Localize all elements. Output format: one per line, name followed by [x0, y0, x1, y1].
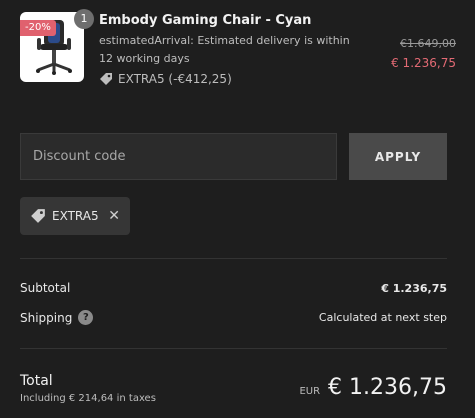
shipping-label: Shipping	[20, 310, 73, 325]
subtotal-label: Subtotal	[20, 281, 71, 295]
discounted-price: € 1.236,75	[391, 56, 456, 70]
discount-chip-label: EXTRA5	[52, 209, 99, 223]
discount-form: APPLY	[20, 133, 447, 180]
discount-code-input[interactable]	[20, 133, 337, 180]
quantity-badge: 1	[74, 9, 94, 29]
applied-discount: EXTRA5 (-€412,25)	[99, 70, 359, 88]
total-amount: € 1.236,75	[328, 375, 447, 400]
discount-chip: EXTRA5 ✕	[20, 197, 130, 235]
currency-code: EUR	[299, 386, 321, 397]
divider	[20, 258, 447, 259]
original-price: €1.649,00	[400, 37, 456, 50]
shipping-row: Shipping ? Calculated at next step	[20, 310, 447, 325]
help-icon[interactable]: ?	[78, 310, 94, 325]
tag-icon	[100, 73, 112, 85]
estimated-arrival: estimatedArrival: Estimated delivery is …	[99, 34, 350, 65]
cart-line-item: -20% 1 Embody Gaming Chair - Cyan estima…	[20, 9, 456, 92]
product-name: Embody Gaming Chair - Cyan	[99, 13, 312, 28]
divider	[20, 348, 447, 349]
product-prices: €1.649,00 € 1.236,75	[391, 36, 456, 72]
tag-icon	[31, 209, 45, 223]
close-icon[interactable]: ✕	[108, 209, 120, 223]
applied-discount-label: EXTRA5 (-€412,25)	[118, 72, 232, 86]
subtotal-row: Subtotal € 1.236,75	[20, 281, 447, 295]
apply-button[interactable]: APPLY	[349, 133, 447, 180]
discount-percent-badge: -20%	[20, 20, 56, 36]
total-section: Total Including € 214,64 in taxes EUR € …	[20, 372, 447, 406]
subtotal-value: € 1.236,75	[381, 281, 447, 295]
shipping-value: Calculated at next step	[318, 311, 447, 324]
